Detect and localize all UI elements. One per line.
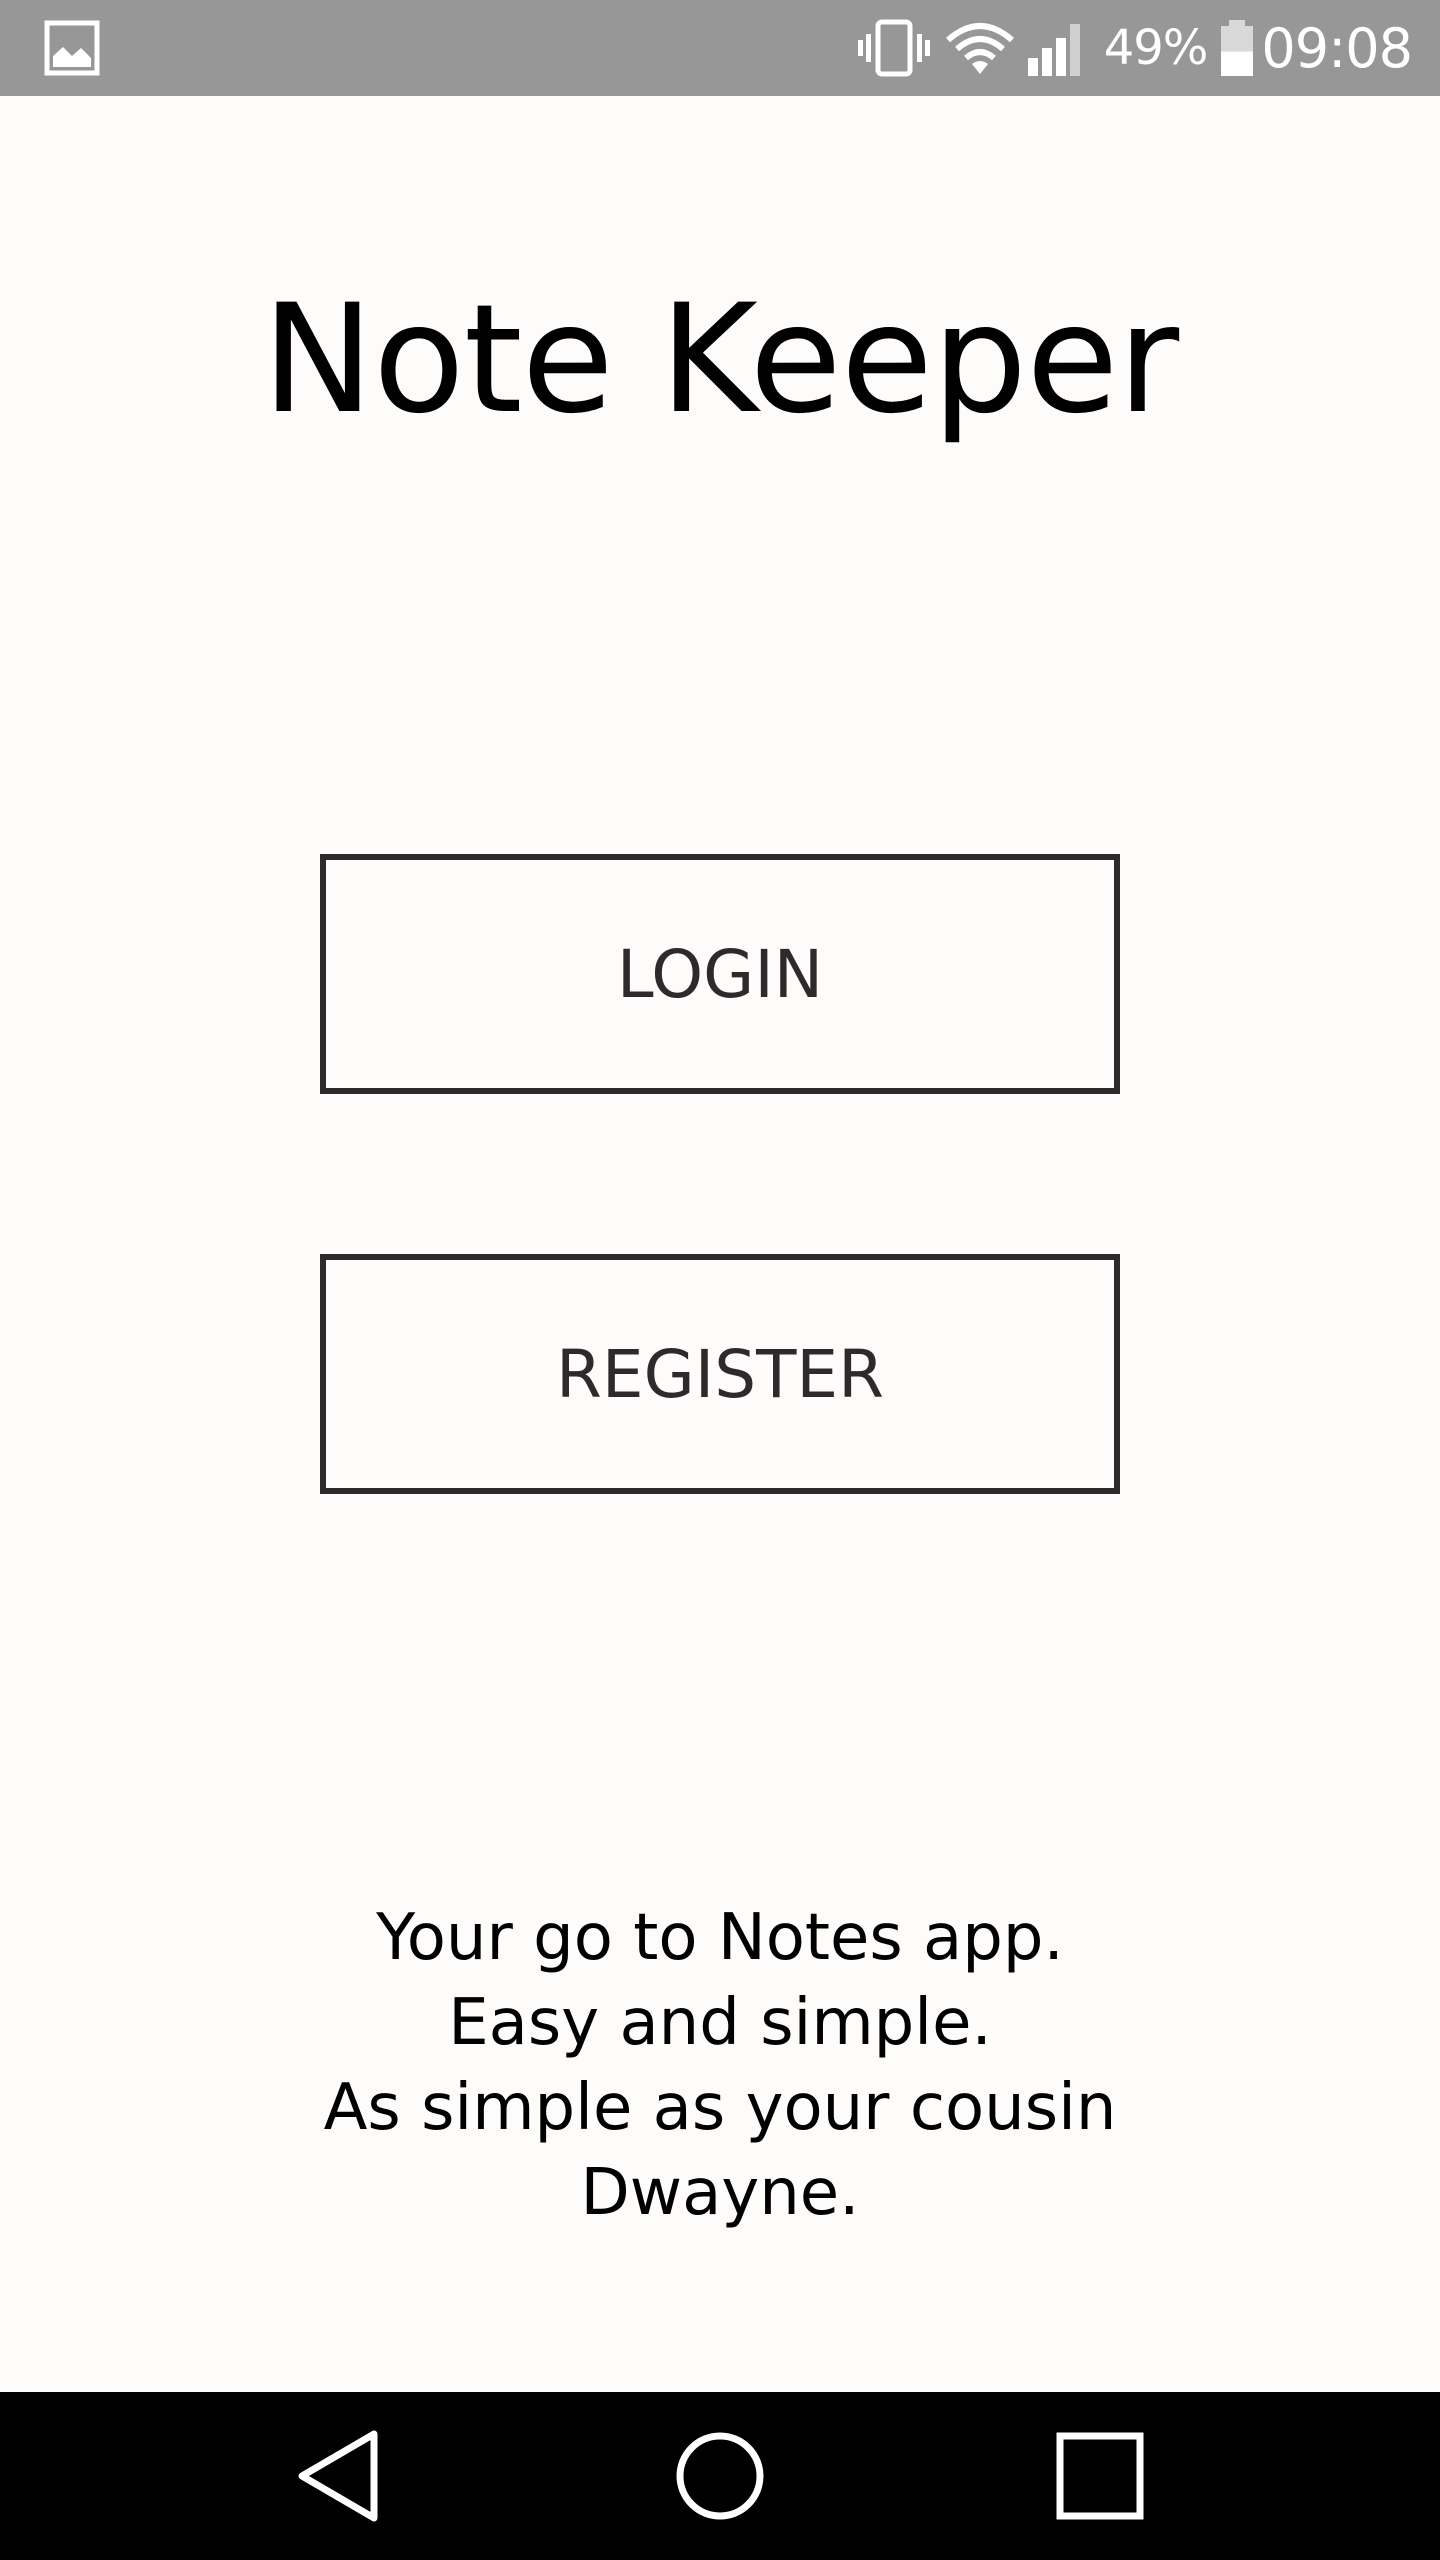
recents-icon[interactable] bbox=[1050, 2426, 1150, 2526]
register-button[interactable]: REGISTER bbox=[320, 1254, 1120, 1494]
battery-percent: 49% bbox=[1103, 20, 1209, 76]
clock: 09:08 bbox=[1261, 16, 1413, 80]
tagline-line: Dwayne. bbox=[580, 2156, 860, 2230]
signal-icon bbox=[1027, 24, 1080, 76]
navigation-bar bbox=[0, 2392, 1440, 2560]
status-icons: 49% 09:08 bbox=[856, 0, 1413, 96]
wifi-icon bbox=[945, 23, 1014, 74]
image-icon bbox=[44, 20, 100, 76]
login-button[interactable]: LOGIN bbox=[320, 854, 1120, 1094]
home-icon[interactable] bbox=[670, 2426, 770, 2526]
app-title: Note Keeper bbox=[261, 273, 1179, 447]
vibrate-icon bbox=[857, 19, 930, 77]
tagline: Your go to Notes app. Easy and simple. A… bbox=[0, 1896, 1440, 2236]
tagline-line: Your go to Notes app. bbox=[376, 1901, 1064, 1975]
tagline-line: As simple as your cousin bbox=[323, 2071, 1117, 2145]
status-bar: 49% 09:08 bbox=[0, 0, 1440, 96]
back-icon[interactable] bbox=[290, 2426, 390, 2526]
battery-icon bbox=[1221, 20, 1254, 76]
tagline-line: Easy and simple. bbox=[448, 1986, 992, 2060]
